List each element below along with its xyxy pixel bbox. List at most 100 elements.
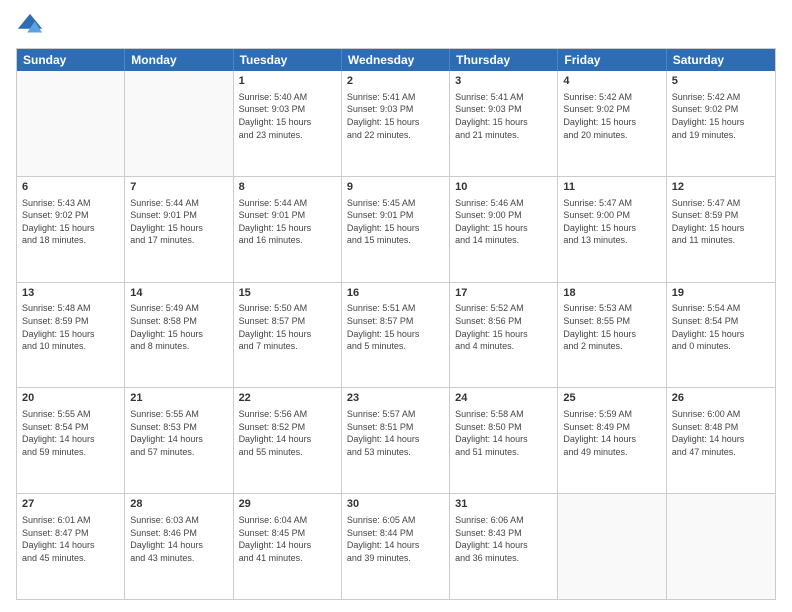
cal-cell-25: 25 Sunrise: 5:59 AM Sunset: 8:49 PM Dayli…	[558, 388, 666, 493]
cal-cell-16: 16Sunrise: 5:51 AM Sunset: 8:57 PM Dayli…	[342, 283, 450, 388]
day-number: 24	[455, 391, 552, 406]
cal-cell-13: 13Sunrise: 5:48 AM Sunset: 8:59 PM Dayli…	[17, 283, 125, 388]
cell-info: Sunrise: 5:54 AM Sunset: 8:54 PM Dayligh…	[672, 302, 770, 352]
cal-week-row-3: 20 Sunrise: 5:55 AM Sunset: 8:54 PM Dayli…	[17, 387, 775, 493]
cal-cell-28: 28Sunrise: 6:03 AM Sunset: 8:46 PM Dayli…	[125, 494, 233, 599]
cal-cell-26: 26 Sunrise: 6:00 AM Sunset: 8:48 PM Dayli…	[667, 388, 775, 493]
day-number: 4	[563, 74, 660, 89]
cal-cell-18: 18Sunrise: 5:53 AM Sunset: 8:55 PM Dayli…	[558, 283, 666, 388]
cell-info: Sunrise: 5:51 AM Sunset: 8:57 PM Dayligh…	[347, 302, 444, 352]
day-number: 28	[130, 497, 227, 512]
cell-info: Sunrise: 6:06 AM Sunset: 8:43 PM Dayligh…	[455, 514, 552, 564]
day-number: 30	[347, 497, 444, 512]
cal-cell-15: 15Sunrise: 5:50 AM Sunset: 8:57 PM Dayli…	[234, 283, 342, 388]
cal-cell-22: 22 Sunrise: 5:56 AM Sunset: 8:52 PM Dayli…	[234, 388, 342, 493]
cell-info: Sunrise: 5:59 AM Sunset: 8:49 PM Dayligh…	[563, 408, 660, 458]
cal-cell-empty-0-1	[125, 71, 233, 176]
cal-cell-31: 31Sunrise: 6:06 AM Sunset: 8:43 PM Dayli…	[450, 494, 558, 599]
cal-cell-11: 11 Sunrise: 5:47 AM Sunset: 9:00 PM Dayli…	[558, 177, 666, 282]
page: SundayMondayTuesdayWednesdayThursdayFrid…	[0, 0, 792, 612]
cal-header-cell-thursday: Thursday	[450, 49, 558, 71]
cal-cell-1: 1 Sunrise: 5:40 AM Sunset: 9:03 PM Daylig…	[234, 71, 342, 176]
cell-info: Sunrise: 5:55 AM Sunset: 8:54 PM Dayligh…	[22, 408, 119, 458]
cal-cell-10: 10 Sunrise: 5:46 AM Sunset: 9:00 PM Dayli…	[450, 177, 558, 282]
cal-cell-29: 29Sunrise: 6:04 AM Sunset: 8:45 PM Dayli…	[234, 494, 342, 599]
day-number: 20	[22, 391, 119, 406]
day-number: 3	[455, 74, 552, 89]
cell-info: Sunrise: 5:49 AM Sunset: 8:58 PM Dayligh…	[130, 302, 227, 352]
cal-cell-8: 8Sunrise: 5:44 AM Sunset: 9:01 PM Daylig…	[234, 177, 342, 282]
day-number: 1	[239, 74, 336, 89]
day-number: 16	[347, 286, 444, 301]
cal-cell-empty-4-6	[667, 494, 775, 599]
cal-cell-9: 9Sunrise: 5:45 AM Sunset: 9:01 PM Daylig…	[342, 177, 450, 282]
cell-info: Sunrise: 5:48 AM Sunset: 8:59 PM Dayligh…	[22, 302, 119, 352]
cell-info: Sunrise: 5:56 AM Sunset: 8:52 PM Dayligh…	[239, 408, 336, 458]
cell-info: Sunrise: 6:01 AM Sunset: 8:47 PM Dayligh…	[22, 514, 119, 564]
cell-info: Sunrise: 5:40 AM Sunset: 9:03 PM Dayligh…	[239, 91, 336, 141]
cal-cell-empty-0-0	[17, 71, 125, 176]
day-number: 17	[455, 286, 552, 301]
cal-header-cell-monday: Monday	[125, 49, 233, 71]
logo	[16, 12, 48, 40]
cal-week-row-4: 27 Sunrise: 6:01 AM Sunset: 8:47 PM Dayli…	[17, 493, 775, 599]
day-number: 18	[563, 286, 660, 301]
cal-cell-6: 6 Sunrise: 5:43 AM Sunset: 9:02 PM Daylig…	[17, 177, 125, 282]
cell-info: Sunrise: 5:46 AM Sunset: 9:00 PM Dayligh…	[455, 197, 552, 247]
cal-cell-3: 3 Sunrise: 5:41 AM Sunset: 9:03 PM Daylig…	[450, 71, 558, 176]
cell-info: Sunrise: 5:52 AM Sunset: 8:56 PM Dayligh…	[455, 302, 552, 352]
cal-cell-12: 12Sunrise: 5:47 AM Sunset: 8:59 PM Dayli…	[667, 177, 775, 282]
header	[16, 12, 776, 40]
cell-info: Sunrise: 5:58 AM Sunset: 8:50 PM Dayligh…	[455, 408, 552, 458]
day-number: 2	[347, 74, 444, 89]
cal-header-cell-friday: Friday	[558, 49, 666, 71]
cal-cell-30: 30Sunrise: 6:05 AM Sunset: 8:44 PM Dayli…	[342, 494, 450, 599]
cal-header-cell-saturday: Saturday	[667, 49, 775, 71]
cell-info: Sunrise: 5:42 AM Sunset: 9:02 PM Dayligh…	[672, 91, 770, 141]
cal-week-row-0: 1 Sunrise: 5:40 AM Sunset: 9:03 PM Daylig…	[17, 71, 775, 176]
day-number: 6	[22, 180, 119, 195]
cal-cell-5: 5 Sunrise: 5:42 AM Sunset: 9:02 PM Daylig…	[667, 71, 775, 176]
calendar-header: SundayMondayTuesdayWednesdayThursdayFrid…	[17, 49, 775, 71]
cell-info: Sunrise: 6:00 AM Sunset: 8:48 PM Dayligh…	[672, 408, 770, 458]
cell-info: Sunrise: 5:50 AM Sunset: 8:57 PM Dayligh…	[239, 302, 336, 352]
cell-info: Sunrise: 5:47 AM Sunset: 8:59 PM Dayligh…	[672, 197, 770, 247]
day-number: 11	[563, 180, 660, 195]
day-number: 25	[563, 391, 660, 406]
day-number: 26	[672, 391, 770, 406]
cell-info: Sunrise: 5:41 AM Sunset: 9:03 PM Dayligh…	[347, 91, 444, 141]
cal-cell-20: 20 Sunrise: 5:55 AM Sunset: 8:54 PM Dayli…	[17, 388, 125, 493]
day-number: 14	[130, 286, 227, 301]
day-number: 19	[672, 286, 770, 301]
day-number: 7	[130, 180, 227, 195]
day-number: 15	[239, 286, 336, 301]
cal-header-cell-wednesday: Wednesday	[342, 49, 450, 71]
day-number: 22	[239, 391, 336, 406]
cal-header-cell-sunday: Sunday	[17, 49, 125, 71]
cal-cell-24: 24 Sunrise: 5:58 AM Sunset: 8:50 PM Dayli…	[450, 388, 558, 493]
day-number: 5	[672, 74, 770, 89]
cal-header-cell-tuesday: Tuesday	[234, 49, 342, 71]
cell-info: Sunrise: 5:47 AM Sunset: 9:00 PM Dayligh…	[563, 197, 660, 247]
day-number: 13	[22, 286, 119, 301]
cal-cell-empty-4-5	[558, 494, 666, 599]
cell-info: Sunrise: 5:44 AM Sunset: 9:01 PM Dayligh…	[130, 197, 227, 247]
cal-cell-23: 23 Sunrise: 5:57 AM Sunset: 8:51 PM Dayli…	[342, 388, 450, 493]
calendar-body: 1 Sunrise: 5:40 AM Sunset: 9:03 PM Daylig…	[17, 71, 775, 599]
cal-cell-21: 21Sunrise: 5:55 AM Sunset: 8:53 PM Dayli…	[125, 388, 233, 493]
cell-info: Sunrise: 5:43 AM Sunset: 9:02 PM Dayligh…	[22, 197, 119, 247]
day-number: 21	[130, 391, 227, 406]
cal-cell-14: 14Sunrise: 5:49 AM Sunset: 8:58 PM Dayli…	[125, 283, 233, 388]
day-number: 23	[347, 391, 444, 406]
day-number: 10	[455, 180, 552, 195]
cal-cell-27: 27 Sunrise: 6:01 AM Sunset: 8:47 PM Dayli…	[17, 494, 125, 599]
cell-info: Sunrise: 5:41 AM Sunset: 9:03 PM Dayligh…	[455, 91, 552, 141]
calendar: SundayMondayTuesdayWednesdayThursdayFrid…	[16, 48, 776, 600]
cal-cell-2: 2 Sunrise: 5:41 AM Sunset: 9:03 PM Daylig…	[342, 71, 450, 176]
logo-icon	[16, 12, 44, 40]
cell-info: Sunrise: 5:53 AM Sunset: 8:55 PM Dayligh…	[563, 302, 660, 352]
day-number: 9	[347, 180, 444, 195]
cal-cell-17: 17Sunrise: 5:52 AM Sunset: 8:56 PM Dayli…	[450, 283, 558, 388]
cell-info: Sunrise: 5:57 AM Sunset: 8:51 PM Dayligh…	[347, 408, 444, 458]
day-number: 27	[22, 497, 119, 512]
